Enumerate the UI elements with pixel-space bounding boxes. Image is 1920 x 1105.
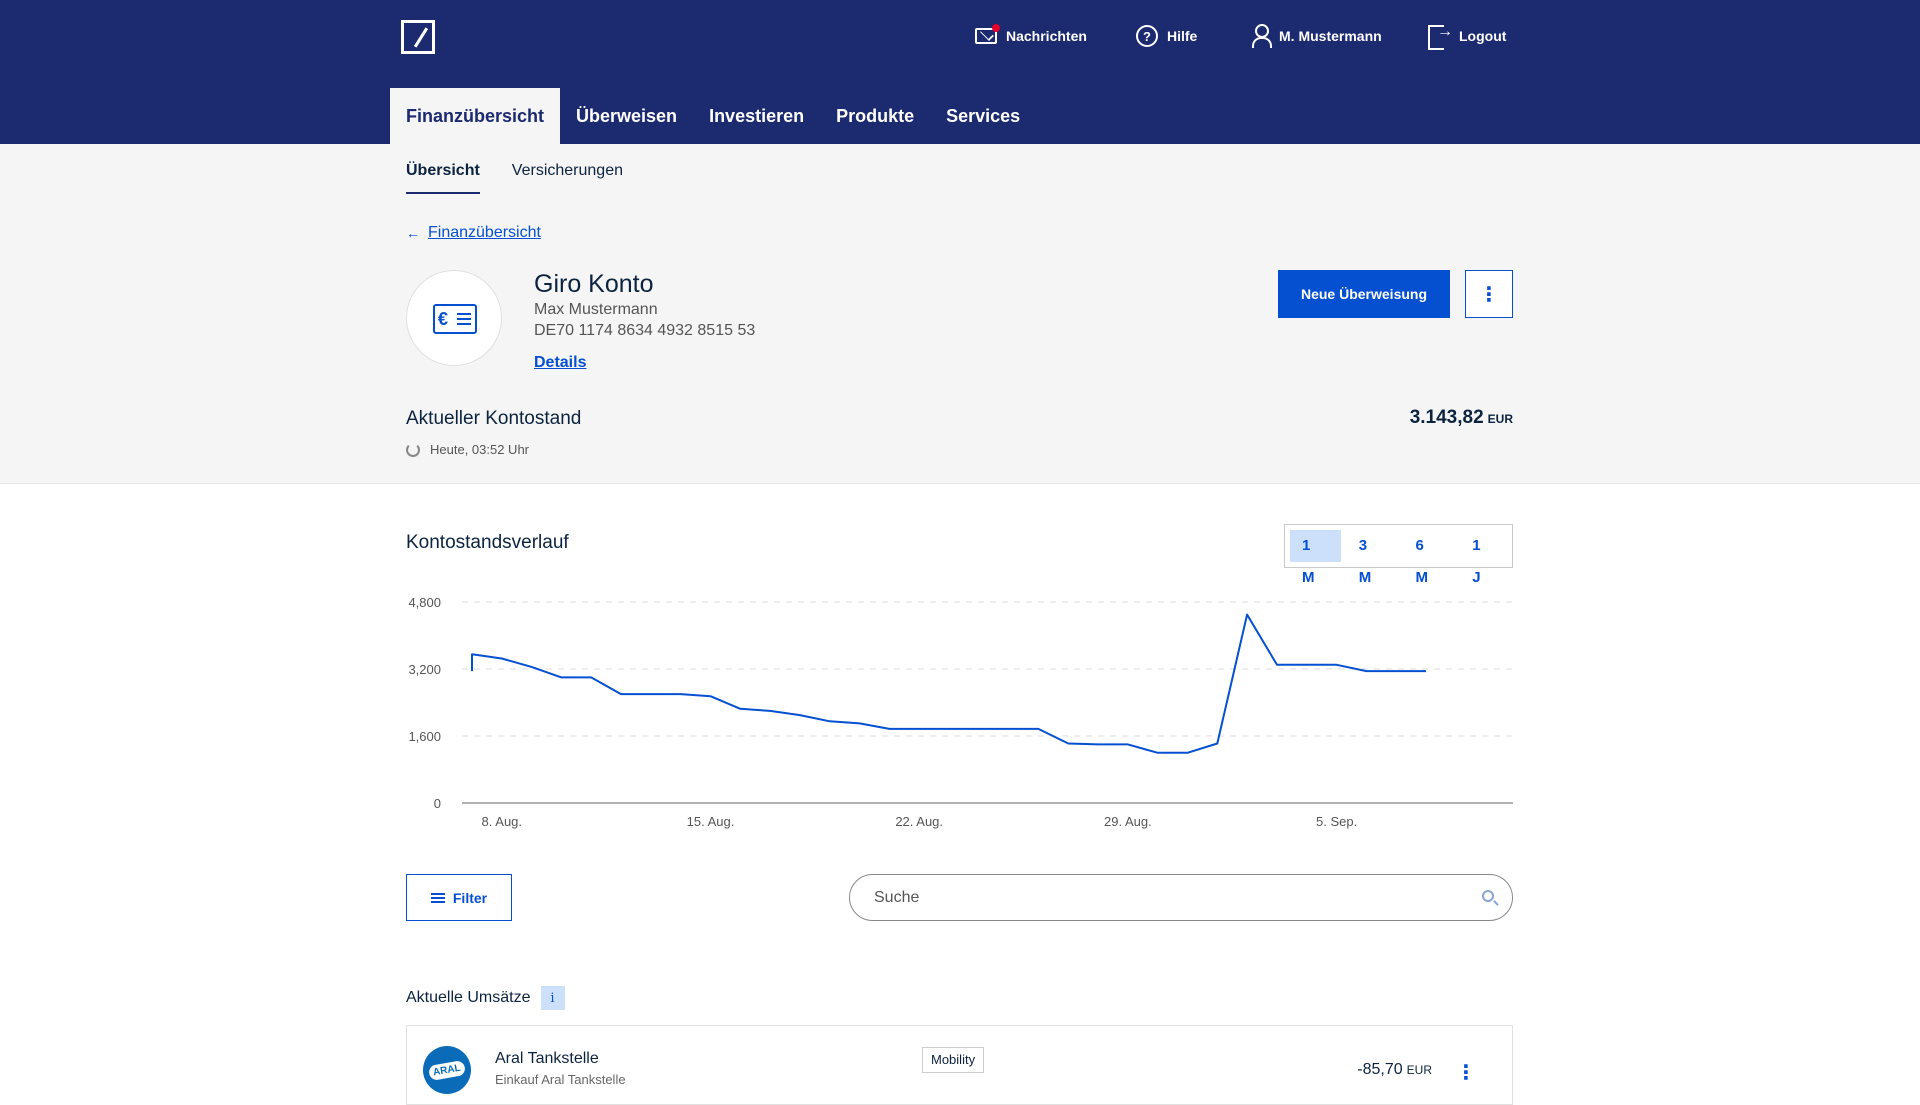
tab-ueberweisen[interactable]: Überweisen (560, 88, 693, 144)
x-tick-label: 22. Aug. (895, 814, 943, 829)
new-transfer-button[interactable]: Neue Überweisung (1278, 270, 1450, 318)
info-icon[interactable]: i (540, 986, 565, 1010)
back-link-label: Finanzübersicht (428, 224, 541, 241)
transactions-title: Aktuelle Umsätze (406, 989, 531, 1006)
merchant-logo: ARAL (423, 1046, 471, 1094)
nav-user-label: M. Mustermann (1279, 28, 1382, 44)
mail-icon (975, 24, 1000, 44)
balance-amount: 3.143,82 (1409, 407, 1484, 428)
tab-investieren[interactable]: Investieren (693, 88, 820, 144)
nav-messages[interactable]: Nachrichten (975, 22, 1087, 50)
transactions-heading: Aktuelle Umsätze i (406, 986, 565, 1010)
balance-updated-text: Heute, 03:52 Uhr (430, 442, 530, 457)
help-icon: ? (1136, 25, 1158, 47)
tab-services[interactable]: Services (930, 88, 1036, 144)
category-badge[interactable]: Mobility (922, 1047, 985, 1073)
top-header: Nachrichten ? Hilfe M. Mustermann Logout… (0, 0, 1920, 144)
x-tick-label: 29. Aug. (1104, 814, 1152, 829)
euro-glyph: € (438, 309, 449, 329)
transaction-name: Aral Tankstelle (495, 1050, 599, 1067)
balance-value: 3.143,82 EUR (1410, 407, 1513, 429)
transaction-amount-value: -85,70 (1357, 1061, 1403, 1078)
bank-logo[interactable] (401, 20, 435, 54)
transaction-amount: -85,70 EUR (1357, 1061, 1432, 1079)
x-tick-label: 5. Sep. (1316, 814, 1357, 829)
details-link[interactable]: Details (534, 354, 586, 372)
subtab-uebersicht[interactable]: Übersicht (406, 162, 480, 194)
user-icon (1250, 24, 1272, 48)
chart-title: Kontostandsverlauf (406, 532, 569, 553)
refresh-icon[interactable] (406, 442, 420, 457)
vertical-dots-icon: ⋮ (1479, 283, 1499, 306)
breadcrumb-back[interactable]: ← Finanzübersicht (406, 224, 541, 242)
transaction-row[interactable]: ARAL Aral Tankstelle Einkauf Aral Tankst… (406, 1025, 1513, 1105)
balance-label: Aktueller Kontostand (406, 408, 582, 429)
account-title: Giro Konto (534, 270, 654, 298)
logout-icon (1428, 23, 1453, 50)
range-6m[interactable]: 6 M (1403, 530, 1454, 586)
balance-chart: 4,800 3,200 1,600 0 8. Aug. 15. Aug. 22. Aug. 2… (408, 595, 1513, 829)
transaction-more-button[interactable]: ⋮ (1456, 1060, 1476, 1085)
tab-produkte[interactable]: Produkte (820, 88, 930, 144)
card-lines (457, 313, 471, 325)
range-1m[interactable]: 1 M (1290, 530, 1341, 586)
search-icon[interactable] (1482, 890, 1494, 902)
filter-button[interactable]: Filter (406, 874, 512, 921)
range-selector: 1 M 3 M 6 M 1 J (1284, 524, 1513, 586)
balance-currency: EUR (1487, 412, 1513, 426)
x-tick-label: 15. Aug. (687, 814, 735, 829)
search-input[interactable] (849, 874, 1513, 921)
y-tick-label: 4,800 (408, 595, 441, 610)
account-iban: DE70 1174 8634 4932 8515 53 (534, 322, 756, 339)
main-nav: Finanzübersicht Überweisen Investieren P… (390, 88, 1036, 144)
filter-label: Filter (452, 889, 488, 906)
account-avatar: € (406, 270, 502, 366)
subtab-versicherungen[interactable]: Versicherungen (512, 162, 623, 194)
range-1j[interactable]: 1 J (1460, 530, 1507, 586)
transaction-currency: EUR (1406, 1063, 1432, 1077)
nav-logout-label: Logout (1459, 28, 1507, 44)
tab-finanzuebersicht[interactable]: Finanzübersicht (390, 88, 561, 144)
filter-icon (430, 892, 445, 903)
nav-messages-label: Nachrichten (1006, 28, 1087, 44)
account-summary-area: Übersicht Versicherungen ← Finanzübersic… (0, 144, 1920, 484)
euro-card-icon: € (433, 304, 477, 334)
y-tick-label: 1,600 (408, 729, 441, 744)
more-options-button[interactable]: ⋮ (1465, 270, 1513, 318)
nav-help[interactable]: ? Hilfe (1136, 22, 1197, 50)
nav-logout[interactable]: Logout (1428, 22, 1506, 50)
nav-user[interactable]: M. Mustermann (1250, 22, 1382, 50)
range-3m[interactable]: 3 M (1347, 530, 1398, 586)
nav-help-label: Hilfe (1167, 28, 1198, 44)
account-owner: Max Mustermann (534, 301, 658, 318)
x-tick-label: 8. Aug. (482, 814, 522, 829)
balance-series-line[interactable] (471, 613, 1426, 754)
merchant-logo-text: ARAL (428, 1059, 466, 1081)
notification-dot (992, 24, 1000, 32)
y-tick-label: 0 (434, 796, 441, 811)
y-tick-label: 3,200 (408, 662, 441, 677)
sub-nav: Übersicht Versicherungen (406, 162, 623, 194)
arrow-left-icon: ← (406, 225, 420, 241)
balance-updated: Heute, 03:52 Uhr (406, 442, 529, 457)
